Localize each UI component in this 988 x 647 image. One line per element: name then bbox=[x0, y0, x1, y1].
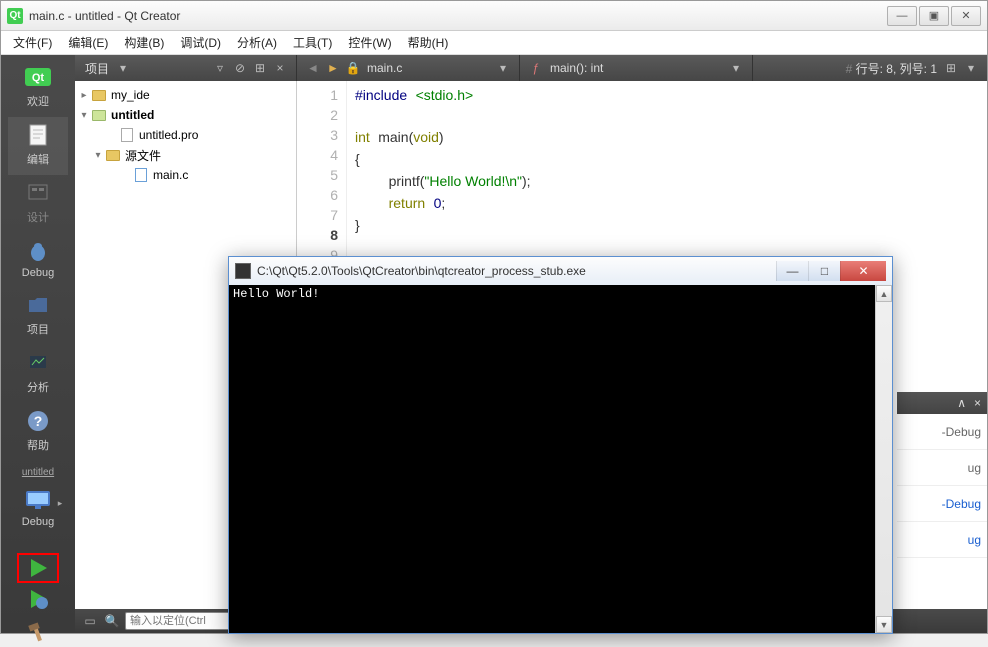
link-icon[interactable]: ⊘ bbox=[232, 60, 248, 76]
monitor-icon bbox=[22, 486, 54, 514]
mode-projects[interactable]: 项目 bbox=[8, 287, 68, 345]
menu-debug[interactable]: 调试(D) bbox=[172, 32, 229, 53]
run-button[interactable] bbox=[17, 553, 59, 583]
folder-icon bbox=[105, 147, 121, 163]
hammer-icon bbox=[22, 617, 54, 645]
add-icon[interactable]: ⊞ bbox=[252, 60, 268, 76]
chevron-up-icon[interactable]: ∧ bbox=[957, 396, 966, 410]
symbol-combo[interactable]: main(): int bbox=[546, 61, 726, 75]
tree-row-root[interactable]: ▸ my_ide bbox=[77, 85, 294, 105]
open-file-combo[interactable]: main.c bbox=[363, 61, 493, 75]
scroll-down-icon[interactable]: ▼ bbox=[876, 616, 892, 633]
qt-logo-icon: Qt bbox=[22, 63, 54, 91]
console-maximize-button[interactable]: □ bbox=[808, 261, 840, 281]
svg-text:Qt: Qt bbox=[32, 72, 45, 84]
close-pane-icon[interactable]: × bbox=[272, 60, 288, 76]
menu-help[interactable]: 帮助(H) bbox=[400, 32, 457, 53]
project-combo[interactable]: 项目 bbox=[81, 60, 113, 77]
function-icon: ƒ bbox=[528, 60, 544, 76]
build-button[interactable] bbox=[8, 615, 68, 647]
chevron-down-icon[interactable]: ▾ bbox=[495, 60, 511, 76]
target-project-label[interactable]: untitled bbox=[22, 467, 54, 478]
output-panel-fragment: ∧× -Debug ug -Debug ug bbox=[897, 392, 987, 558]
project-icon bbox=[91, 107, 107, 123]
folder-icon bbox=[22, 291, 54, 319]
menu-bar: 文件(F) 编辑(E) 构建(B) 调试(D) 分析(A) 工具(T) 控件(W… bbox=[1, 31, 987, 55]
tree-row-project[interactable]: ▾ untitled bbox=[77, 105, 294, 125]
minimize-button[interactable]: — bbox=[887, 6, 917, 26]
bug-icon bbox=[22, 237, 54, 265]
chevron-down-icon[interactable]: ▾ bbox=[115, 60, 131, 76]
console-output[interactable]: Hello World! bbox=[229, 285, 875, 633]
menu-tools[interactable]: 工具(T) bbox=[285, 32, 340, 53]
console-app-icon bbox=[235, 263, 251, 279]
output-row[interactable]: -Debug bbox=[897, 414, 987, 450]
window-title: main.c - untitled - Qt Creator bbox=[29, 9, 885, 23]
console-window: C:\Qt\Qt5.2.0\Tools\QtCreator\bin\qtcrea… bbox=[228, 256, 893, 634]
output-row[interactable]: ug bbox=[897, 450, 987, 486]
back-icon[interactable]: ◄ bbox=[305, 60, 321, 76]
tree-row-mainc[interactable]: main.c bbox=[77, 165, 294, 185]
mode-selector-bar: Qt 欢迎 编辑 设计 Debug bbox=[1, 55, 75, 633]
maximize-button[interactable]: ▣ bbox=[919, 6, 949, 26]
menu-edit[interactable]: 编辑(E) bbox=[60, 32, 116, 53]
scroll-up-icon[interactable]: ▲ bbox=[876, 285, 892, 302]
output-panel-header[interactable]: ∧× bbox=[897, 392, 987, 414]
search-icon: 🔍 bbox=[103, 612, 121, 630]
console-title-bar[interactable]: C:\Qt\Qt5.2.0\Tools\QtCreator\bin\qtcrea… bbox=[229, 257, 892, 285]
lock-icon[interactable]: 🔒 bbox=[345, 60, 361, 76]
line-col-label[interactable]: # 行号: 8, 列号: 1 bbox=[842, 60, 941, 77]
console-close-button[interactable]: ✕ bbox=[840, 261, 886, 281]
c-file-icon bbox=[133, 167, 149, 183]
target-selector[interactable]: Debug ▸ bbox=[8, 482, 68, 547]
pro-file-icon bbox=[119, 127, 135, 143]
window-control-buttons: — ▣ ✕ bbox=[885, 6, 981, 26]
filter-icon[interactable]: ▿ bbox=[212, 60, 228, 76]
chevron-down-icon[interactable]: ▾ bbox=[728, 60, 744, 76]
mode-help[interactable]: ? 帮助 bbox=[8, 403, 68, 461]
console-minimize-button[interactable]: — bbox=[776, 261, 808, 281]
close-button[interactable]: ✕ bbox=[951, 6, 981, 26]
debug-run-icon bbox=[22, 585, 54, 613]
mode-welcome[interactable]: Qt 欢迎 bbox=[8, 59, 68, 117]
console-body: Hello World! ▲ ▼ bbox=[229, 285, 892, 633]
mode-analyze[interactable]: 分析 bbox=[8, 345, 68, 403]
console-title: C:\Qt\Qt5.2.0\Tools\QtCreator\bin\qtcrea… bbox=[257, 264, 776, 278]
split-icon[interactable]: ⊞ bbox=[943, 60, 959, 76]
menu-analyze[interactable]: 分析(A) bbox=[229, 32, 285, 53]
svg-text:?: ? bbox=[34, 413, 43, 429]
toggle-sidebar-icon[interactable]: ▭ bbox=[81, 612, 99, 630]
qt-app-icon: Qt bbox=[7, 8, 23, 24]
forward-icon[interactable]: ► bbox=[325, 60, 341, 76]
document-icon bbox=[22, 121, 54, 149]
menu-build[interactable]: 构建(B) bbox=[116, 32, 172, 53]
mode-edit[interactable]: 编辑 bbox=[8, 117, 68, 175]
tree-row-profile[interactable]: untitled.pro bbox=[77, 125, 294, 145]
chevron-down-icon[interactable]: ▾ bbox=[963, 60, 979, 76]
output-row[interactable]: ug bbox=[897, 522, 987, 558]
close-icon[interactable]: × bbox=[974, 396, 981, 410]
folder-icon bbox=[91, 87, 107, 103]
console-scrollbar[interactable]: ▲ ▼ bbox=[875, 285, 892, 633]
menu-widgets[interactable]: 控件(W) bbox=[340, 32, 399, 53]
design-icon bbox=[22, 179, 54, 207]
mode-design[interactable]: 设计 bbox=[8, 175, 68, 233]
window-title-bar[interactable]: Qt main.c - untitled - Qt Creator — ▣ ✕ bbox=[1, 1, 987, 31]
debug-run-button[interactable] bbox=[8, 583, 68, 615]
menu-file[interactable]: 文件(F) bbox=[5, 32, 60, 53]
output-row[interactable]: -Debug bbox=[897, 486, 987, 522]
analyze-icon bbox=[22, 349, 54, 377]
help-icon: ? bbox=[22, 407, 54, 435]
editor-toolbar: 项目 ▾ ▿ ⊘ ⊞ × ◄ ► 🔒 main.c ▾ ƒ main(): in… bbox=[75, 55, 987, 81]
mode-debug[interactable]: Debug bbox=[8, 233, 68, 287]
tree-row-sources[interactable]: ▾ 源文件 bbox=[77, 145, 294, 165]
